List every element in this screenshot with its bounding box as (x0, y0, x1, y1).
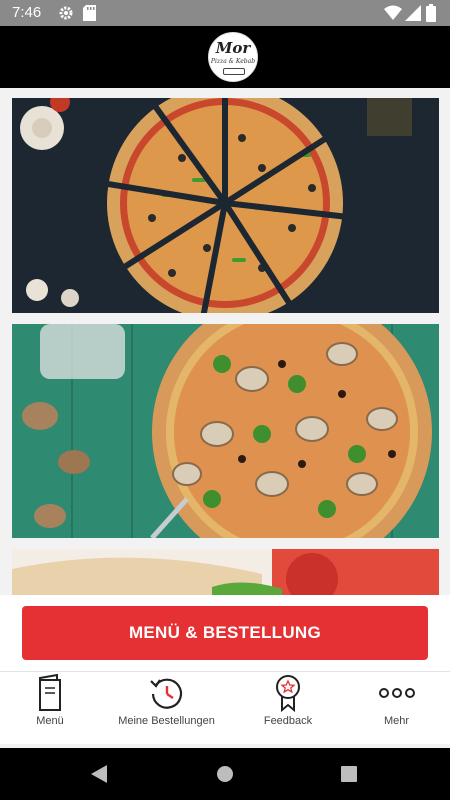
tab-my-orders[interactable]: Meine Bestellungen (100, 672, 233, 744)
tab-menu[interactable]: Menü (0, 672, 100, 744)
tab-more[interactable]: Mehr (343, 672, 450, 744)
tab-more-label: Mehr (383, 715, 410, 727)
home-icon[interactable] (217, 766, 233, 787)
settings-icon (58, 5, 74, 26)
more-dots-icon (378, 674, 416, 717)
back-icon[interactable] (91, 765, 107, 788)
tab-feedback[interactable]: Feedback (233, 672, 343, 744)
restaurant-logo[interactable]: Mor Pizza & Kebab (208, 32, 258, 82)
wrap-photo[interactable] (12, 549, 439, 595)
system-navigation-bar (0, 748, 450, 800)
battery-icon (426, 4, 436, 27)
logo-ornament-icon (223, 68, 245, 75)
tab-menu-label: Menü (36, 715, 64, 727)
order-history-icon (148, 674, 186, 717)
wifi-icon (384, 5, 402, 26)
pizza-slices-photo[interactable] (12, 98, 439, 313)
tab-feedback-label: Feedback (263, 715, 313, 727)
status-time: 7:46 (12, 4, 42, 21)
recents-icon[interactable] (341, 766, 357, 787)
signal-icon (405, 5, 421, 26)
logo-name: Mor (215, 39, 251, 57)
tab-my-orders-label: Meine Bestellungen (118, 715, 215, 727)
logo-subtitle: Pizza & Kebab (210, 58, 256, 65)
sd-card-icon (83, 5, 96, 26)
mushroom-pizza-photo[interactable] (12, 324, 439, 538)
status-bar: 7:46 (0, 0, 450, 26)
menu-order-button[interactable]: MENÜ & BESTELLUNG (22, 606, 428, 660)
award-ribbon-icon (273, 674, 303, 717)
cta-container: MENÜ & BESTELLUNG (0, 595, 450, 671)
menu-book-icon (35, 673, 65, 717)
bottom-tab-bar: Menü Meine Bestellungen Feedback Mehr (0, 671, 450, 744)
